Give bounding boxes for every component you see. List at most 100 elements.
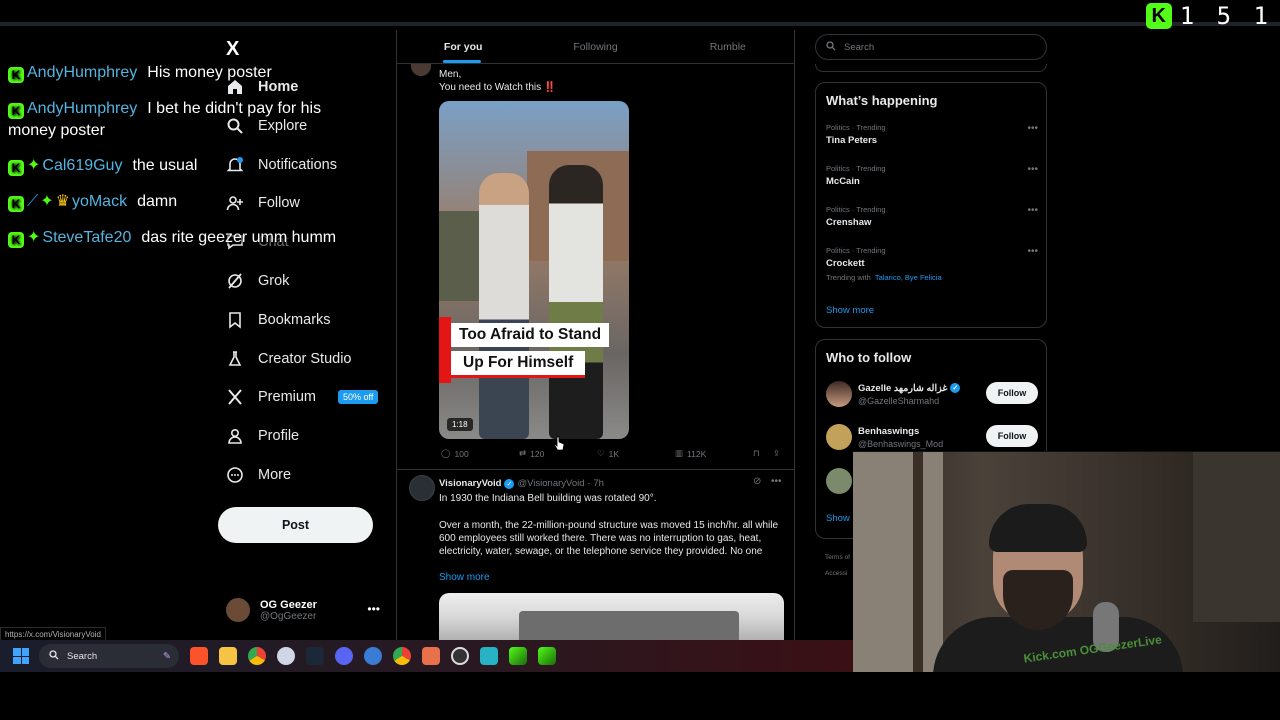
- share-button[interactable]: ⇪: [773, 448, 780, 459]
- reply-count: 100: [454, 448, 469, 459]
- discord-icon[interactable]: [335, 647, 353, 665]
- suggestion-handle: @GazelleSharmahd: [858, 395, 940, 406]
- nav-bookmarks-label: Bookmarks: [258, 312, 331, 328]
- trend-name: McCain: [826, 176, 860, 187]
- follow-button[interactable]: Follow: [986, 425, 1038, 447]
- follow-button[interactable]: Follow: [986, 382, 1038, 404]
- post-text: You need to Watch this ‼️: [439, 82, 557, 93]
- webcam-beanie: [989, 504, 1087, 552]
- nav-grok[interactable]: Grok: [226, 269, 289, 293]
- app-icon[interactable]: [364, 647, 382, 665]
- chat-text: damn: [137, 193, 178, 210]
- whats-happening-panel: What’s happening Politics · Trending Tin…: [815, 82, 1047, 328]
- post-button[interactable]: Post: [218, 507, 373, 543]
- trend-meta: Politics · Trending: [826, 246, 886, 255]
- flask-icon: [226, 350, 244, 368]
- chat-username: SteveTafe20: [42, 229, 132, 246]
- footer-link[interactable]: Terms of: [825, 550, 850, 566]
- ellipsis-icon[interactable]: •••: [1027, 123, 1038, 134]
- app-icon[interactable]: [277, 647, 295, 665]
- trend-item[interactable]: Politics · Trending Tina Peters •••: [826, 123, 1038, 146]
- post-author-handle[interactable]: @VisionaryVoid: [517, 478, 584, 489]
- show-more-link[interactable]: Show: [826, 513, 850, 524]
- tab-rumble[interactable]: Rumble: [662, 30, 794, 63]
- post-avatar[interactable]: [411, 64, 431, 76]
- ellipsis-icon[interactable]: •••: [1027, 205, 1038, 216]
- gem-badge-icon: ✦: [40, 193, 54, 210]
- steam-icon[interactable]: [306, 647, 324, 665]
- views-button[interactable]: ▥ 112K: [675, 448, 753, 459]
- bookmark-button[interactable]: ⊓: [753, 448, 773, 459]
- nav-profile-label: Profile: [258, 428, 300, 444]
- nav-profile[interactable]: Profile: [226, 424, 299, 448]
- show-more-link[interactable]: Show more: [826, 305, 874, 316]
- nav-more[interactable]: More: [226, 463, 291, 487]
- account-switcher[interactable]: OG Geezer @OgGeezer •••: [226, 596, 386, 624]
- crown-badge-icon: ♛: [55, 193, 70, 210]
- follow-suggestion[interactable]: Gazelle غزاله شارمهد ✓ @GazelleSharmahd F…: [826, 379, 1038, 409]
- post-video[interactable]: Too Afraid to Stand Up For Himself 1:18: [439, 101, 629, 439]
- search-input[interactable]: Search: [815, 34, 1047, 60]
- grok-icon: [226, 272, 244, 290]
- post-time: · 7h: [587, 478, 604, 489]
- chat-text: das rite geezer umm humm: [141, 229, 337, 246]
- chrome-icon[interactable]: [248, 647, 266, 665]
- trend-item[interactable]: Politics · Trending McCain •••: [826, 164, 1038, 187]
- chat-username: Cal619Guy: [42, 157, 123, 174]
- footer-links: Terms of Accessi: [825, 550, 850, 582]
- windows-start-icon[interactable]: [13, 648, 29, 664]
- tab-for-you[interactable]: For you: [397, 30, 529, 63]
- ellipsis-icon[interactable]: •••: [367, 602, 380, 616]
- post-text: Over a month, the 22-million-pound struc…: [439, 520, 779, 557]
- nav-creator-studio[interactable]: Creator Studio: [226, 347, 352, 371]
- nav-creator-studio-label: Creator Studio: [258, 351, 352, 367]
- trend-with-label: Trending with: [826, 273, 871, 282]
- reply-button[interactable]: ◯ 100: [441, 448, 519, 459]
- verified-icon: ✓: [950, 383, 961, 393]
- trend-with-tags[interactable]: Talarico, Bye Felicia: [875, 273, 942, 282]
- trend-name: Tina Peters: [826, 135, 878, 146]
- reply-icon: ◯: [441, 448, 451, 458]
- footer-link[interactable]: Accessi: [825, 566, 850, 582]
- obs-icon[interactable]: [451, 647, 469, 665]
- ellipsis-icon[interactable]: •••: [1027, 246, 1038, 257]
- follow-suggestion[interactable]: Benhaswings @Benhaswings_Mod Follow: [826, 422, 1038, 452]
- trend-item[interactable]: Politics · Trending Crockett Trending wi…: [826, 246, 1038, 282]
- bookmark-icon: [226, 311, 244, 329]
- brave-browser-icon[interactable]: [190, 647, 208, 665]
- account-handle: @OgGeezer: [260, 610, 317, 622]
- nav-premium-label: Premium: [258, 389, 317, 405]
- taskbar-search[interactable]: Search ✎: [39, 644, 179, 668]
- kick-app-icon[interactable]: [538, 647, 556, 665]
- nav-bookmarks[interactable]: Bookmarks: [226, 308, 331, 332]
- file-explorer-icon[interactable]: [219, 647, 237, 665]
- video-caption: Too Afraid to Stand Up For Himself: [439, 317, 629, 387]
- ellipsis-icon[interactable]: •••: [1027, 164, 1038, 175]
- repost-icon: ⇄: [519, 448, 527, 458]
- chat-username: yoMack: [71, 193, 128, 210]
- chrome-icon[interactable]: [393, 647, 411, 665]
- kick-app-icon[interactable]: [509, 647, 527, 665]
- timeline[interactable]: For you Following Rumble Men, You need t…: [396, 30, 795, 640]
- like-button[interactable]: ♡ 1K: [597, 448, 675, 459]
- tab-following[interactable]: Following: [529, 30, 661, 63]
- grok-icon[interactable]: ⊘: [753, 476, 761, 487]
- app-icon[interactable]: [422, 647, 440, 665]
- post-author-name[interactable]: VisionaryVoid: [439, 478, 501, 489]
- trend-item[interactable]: Politics · Trending Crenshaw •••: [826, 205, 1038, 228]
- x-logo-icon[interactable]: X: [226, 38, 239, 61]
- nav-grok-label: Grok: [258, 273, 290, 289]
- post-image[interactable]: [439, 593, 784, 640]
- verified-icon: ✓: [504, 478, 515, 489]
- trend-meta: Politics · Trending: [826, 164, 886, 173]
- bookmark-icon: ⊓: [753, 448, 760, 458]
- kick-badge-icon: K: [8, 232, 24, 248]
- avatar: [826, 424, 852, 450]
- show-more-link[interactable]: Show more: [439, 572, 490, 583]
- app-icon[interactable]: [480, 647, 498, 665]
- post-avatar[interactable]: [409, 475, 435, 501]
- like-count: 1K: [608, 448, 620, 459]
- video-caption-line: Up For Himself: [451, 351, 586, 378]
- ellipsis-icon[interactable]: •••: [771, 476, 782, 487]
- nav-premium[interactable]: Premium 50% off: [226, 385, 379, 409]
